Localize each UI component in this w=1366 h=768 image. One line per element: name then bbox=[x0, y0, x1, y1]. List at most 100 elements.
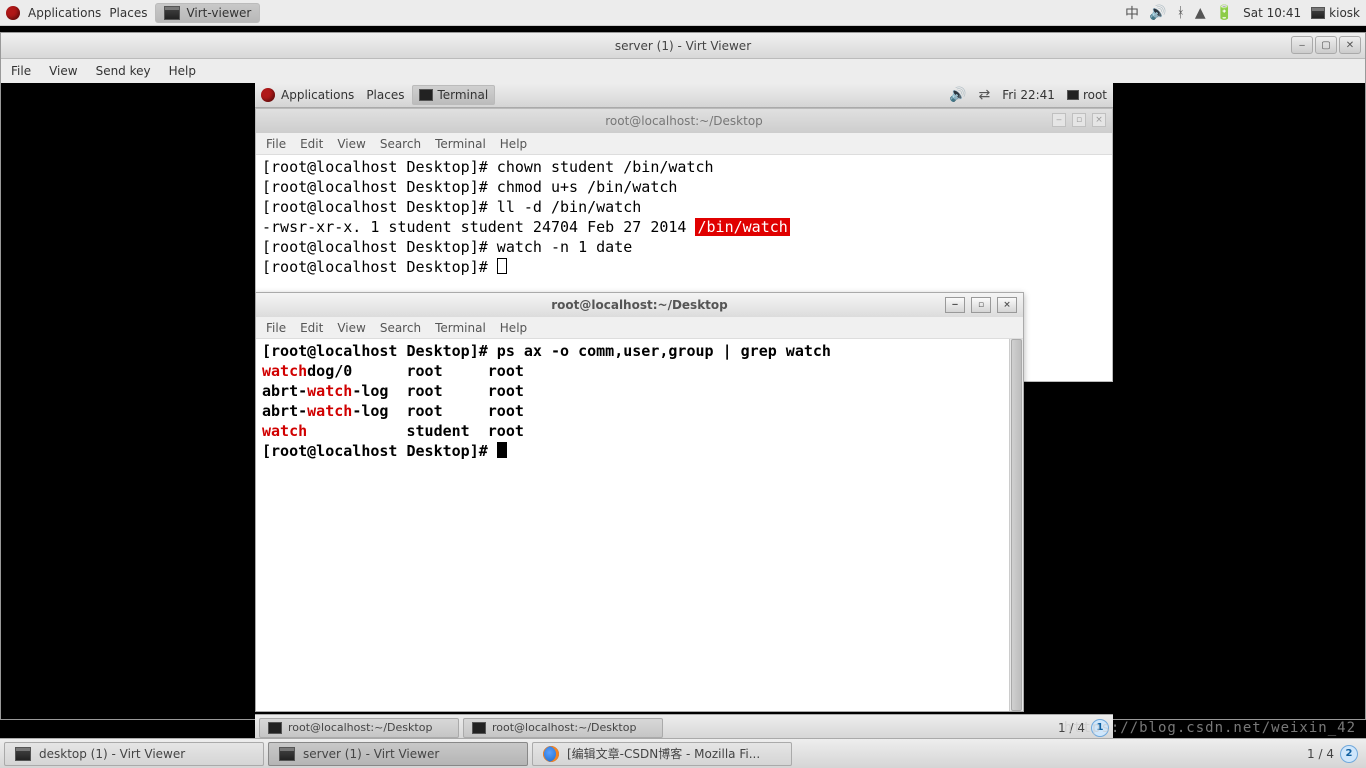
term-line: [root@localhost Desktop]# ll -d /bin/wat… bbox=[262, 197, 1106, 217]
maximize-button[interactable]: ▢ bbox=[1315, 36, 1337, 54]
terminal2-scrollbar[interactable] bbox=[1009, 339, 1023, 711]
guest-user-menu[interactable]: root bbox=[1083, 88, 1107, 102]
places-menu[interactable]: Places bbox=[109, 6, 147, 20]
guest-clock[interactable]: Fri 22:41 bbox=[1002, 88, 1055, 102]
virt-titlebar[interactable]: server (1) - Virt Viewer ‒ ▢ ✕ bbox=[1, 33, 1365, 59]
terminal1-close[interactable]: × bbox=[1092, 113, 1106, 127]
taskbar-virt-viewer[interactable]: Virt-viewer bbox=[155, 3, 260, 23]
task-label: root@localhost:~/Desktop bbox=[288, 721, 432, 734]
task-label: root@localhost:~/Desktop bbox=[492, 721, 636, 734]
term-menu-search[interactable]: Search bbox=[380, 321, 421, 335]
term-menu-view[interactable]: View bbox=[337, 321, 365, 335]
terminal-window-2[interactable]: root@localhost:~/Desktop ‒ ▫ × File Edit… bbox=[255, 292, 1024, 712]
term-menu-file[interactable]: File bbox=[266, 137, 286, 151]
minimize-button[interactable]: ‒ bbox=[1291, 36, 1313, 54]
term-menu-help[interactable]: Help bbox=[500, 137, 527, 151]
clock[interactable]: Sat 10:41 bbox=[1243, 6, 1301, 20]
term-menu-search[interactable]: Search bbox=[380, 137, 421, 151]
terminal2-title: root@localhost:~/Desktop bbox=[551, 298, 728, 312]
term-line: [root@localhost Desktop]# bbox=[262, 441, 1003, 461]
wifi-icon[interactable]: ▲ bbox=[1195, 5, 1206, 21]
host-bottom-panel: desktop (1) - Virt Viewer server (1) - V… bbox=[0, 738, 1366, 768]
guest-volume-icon[interactable]: 🔊 bbox=[949, 87, 966, 103]
terminal1-minimize[interactable]: ‒ bbox=[1052, 113, 1066, 127]
guest-task-terminal2[interactable]: root@localhost:~/Desktop bbox=[463, 718, 663, 738]
task-label: [编辑文章-CSDN博客 - Mozilla Fi... bbox=[567, 745, 760, 762]
term-line: watchdog/0 root root bbox=[262, 361, 1003, 381]
volume-icon[interactable]: 🔊 bbox=[1149, 5, 1166, 21]
battery-icon[interactable]: 🔋 bbox=[1216, 5, 1233, 21]
redhat-icon bbox=[6, 6, 20, 20]
term-menu-view[interactable]: View bbox=[337, 137, 365, 151]
window-icon bbox=[164, 6, 180, 20]
guest-applications-menu[interactable]: Applications bbox=[281, 88, 354, 102]
guest-bottom-panel: root@localhost:~/Desktop root@localhost:… bbox=[255, 714, 1113, 740]
term-line: [root@localhost Desktop]# chown student … bbox=[262, 157, 1106, 177]
cursor-icon bbox=[497, 258, 507, 274]
terminal2-body[interactable]: [root@localhost Desktop]# ps ax -o comm,… bbox=[256, 339, 1009, 711]
scrollbar-thumb[interactable] bbox=[1011, 339, 1022, 711]
term-line: abrt-watch-log root root bbox=[262, 401, 1003, 421]
terminal2-close[interactable]: × bbox=[997, 297, 1017, 313]
term-line: [root@localhost Desktop]# bbox=[262, 257, 1106, 277]
term-line: [root@localhost Desktop]# ps ax -o comm,… bbox=[262, 341, 1003, 361]
user-menu[interactable]: kiosk bbox=[1329, 6, 1360, 20]
user-icon bbox=[1067, 90, 1079, 100]
terminal-icon bbox=[268, 722, 282, 734]
guest-network-icon[interactable]: ⇄ bbox=[979, 87, 991, 103]
terminal2-titlebar[interactable]: root@localhost:~/Desktop ‒ ▫ × bbox=[256, 293, 1023, 317]
close-button[interactable]: ✕ bbox=[1339, 36, 1361, 54]
user-icon bbox=[1311, 7, 1325, 19]
menu-file[interactable]: File bbox=[11, 64, 31, 78]
terminal-icon bbox=[472, 722, 486, 734]
menu-view[interactable]: View bbox=[49, 64, 77, 78]
terminal2-menubar: File Edit View Search Terminal Help bbox=[256, 317, 1023, 339]
term-menu-edit[interactable]: Edit bbox=[300, 321, 323, 335]
cursor-icon bbox=[497, 442, 507, 458]
terminal1-menubar: File Edit View Search Terminal Help bbox=[256, 133, 1112, 155]
term-line: [root@localhost Desktop]# watch -n 1 dat… bbox=[262, 237, 1106, 257]
highlighted-path: /bin/watch bbox=[695, 218, 789, 236]
term-line: abrt-watch-log root root bbox=[262, 381, 1003, 401]
input-method-icon[interactable]: 中 bbox=[1125, 3, 1139, 23]
menu-sendkey[interactable]: Send key bbox=[96, 64, 151, 78]
task-label: desktop (1) - Virt Viewer bbox=[39, 747, 185, 761]
host-task-firefox[interactable]: [编辑文章-CSDN博客 - Mozilla Fi... bbox=[532, 742, 792, 766]
guest-top-panel: Applications Places Terminal 🔊 ⇄ Fri 22:… bbox=[255, 83, 1113, 108]
menu-help[interactable]: Help bbox=[169, 64, 196, 78]
redhat-icon bbox=[261, 88, 275, 102]
firefox-icon bbox=[543, 746, 559, 762]
guest-task-terminal[interactable]: Terminal bbox=[412, 85, 495, 105]
host-task-server-virt[interactable]: server (1) - Virt Viewer bbox=[268, 742, 528, 766]
term-menu-file[interactable]: File bbox=[266, 321, 286, 335]
terminal2-minimize[interactable]: ‒ bbox=[945, 297, 965, 313]
guest-task-terminal1[interactable]: root@localhost:~/Desktop bbox=[259, 718, 459, 738]
term-line: watch student root bbox=[262, 421, 1003, 441]
watermark-text: https://blog.csdn.net/weixin_42 bbox=[1064, 720, 1356, 736]
window-title: server (1) - Virt Viewer bbox=[615, 39, 751, 53]
term-line: [root@localhost Desktop]# chmod u+s /bin… bbox=[262, 177, 1106, 197]
guest-task-label: Terminal bbox=[437, 88, 488, 102]
window-icon bbox=[279, 747, 295, 761]
host-workspace-badge[interactable]: 2 bbox=[1340, 745, 1358, 763]
terminal1-maximize[interactable]: ▫ bbox=[1072, 113, 1086, 127]
host-task-desktop-virt[interactable]: desktop (1) - Virt Viewer bbox=[4, 742, 264, 766]
term-menu-terminal[interactable]: Terminal bbox=[435, 137, 486, 151]
term-menu-help[interactable]: Help bbox=[500, 321, 527, 335]
terminal-icon bbox=[419, 89, 433, 101]
task-label: server (1) - Virt Viewer bbox=[303, 747, 439, 761]
window-icon bbox=[15, 747, 31, 761]
virt-viewer-window: server (1) - Virt Viewer ‒ ▢ ✕ File View… bbox=[0, 32, 1366, 720]
taskbar-label: Virt-viewer bbox=[186, 6, 251, 20]
term-menu-edit[interactable]: Edit bbox=[300, 137, 323, 151]
term-line: -rwsr-xr-x. 1 student student 24704 Feb … bbox=[262, 217, 1106, 237]
terminal1-titlebar[interactable]: root@localhost:~/Desktop ‒ ▫ × bbox=[256, 109, 1112, 133]
terminal2-maximize[interactable]: ▫ bbox=[971, 297, 991, 313]
guest-places-menu[interactable]: Places bbox=[366, 88, 404, 102]
term-menu-terminal[interactable]: Terminal bbox=[435, 321, 486, 335]
virt-menubar: File View Send key Help bbox=[1, 59, 1365, 83]
applications-menu[interactable]: Applications bbox=[28, 6, 101, 20]
vm-framebuffer: Applications Places Terminal 🔊 ⇄ Fri 22:… bbox=[1, 83, 1365, 719]
host-workspace-indicator[interactable]: 1 / 4 bbox=[1307, 747, 1334, 761]
bluetooth-icon[interactable]: ᚼ bbox=[1176, 5, 1184, 21]
